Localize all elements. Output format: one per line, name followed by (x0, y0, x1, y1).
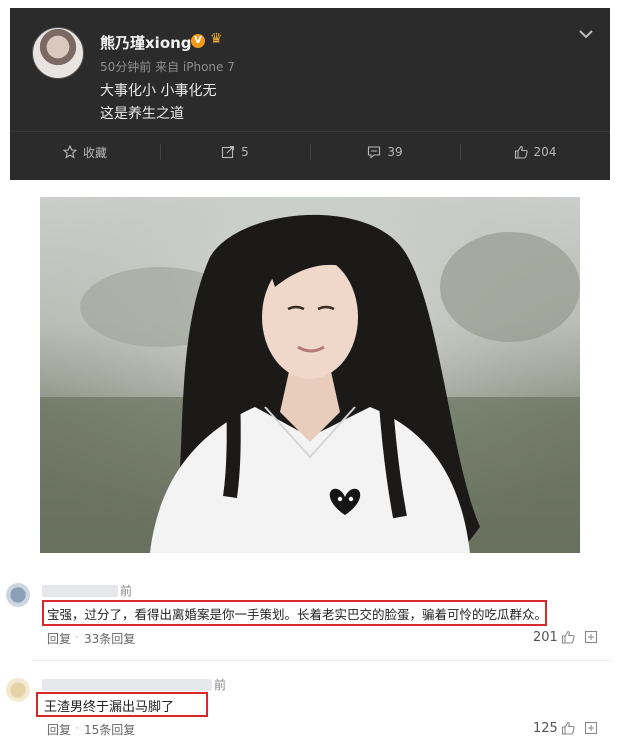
repost-button[interactable]: 5 (160, 132, 310, 172)
comment-button[interactable]: 39 (310, 132, 460, 172)
comment-text: 王渣男终于漏出马脚了 (44, 700, 175, 715)
commenter-name[interactable] (42, 679, 212, 691)
post-text-line: 这是养生之道 (100, 106, 184, 122)
comment-like-count: 125 (533, 721, 558, 736)
divider (32, 660, 612, 661)
like-button[interactable]: 204 (460, 132, 610, 172)
like-icon[interactable] (561, 721, 575, 735)
verified-icon: V (191, 34, 205, 48)
repost-icon (222, 145, 235, 159)
comment-time: 前 (214, 678, 227, 692)
separator-dot: · (75, 721, 79, 735)
username[interactable]: 熊乃瑾xiong (100, 32, 192, 53)
avatar[interactable] (6, 583, 30, 607)
commenter-name[interactable] (42, 585, 118, 597)
thumb-up-icon (514, 145, 528, 159)
post-text-line: 大事化小 小事化无 (100, 83, 217, 99)
separator-dot: · (75, 630, 79, 644)
post-action-bar: 收藏 5 39 204 (10, 131, 610, 172)
comment-like-count: 201 (533, 630, 558, 645)
more-icon[interactable] (584, 630, 598, 644)
reply-count-link[interactable]: 33条回复 (84, 630, 135, 647)
favorite-button[interactable]: 收藏 (10, 132, 160, 172)
avatar[interactable] (32, 27, 84, 79)
comment-time: 前 (120, 584, 133, 598)
reply-count-link[interactable]: 15条回复 (84, 721, 135, 738)
reply-button[interactable]: 回复 (47, 630, 71, 647)
reply-button[interactable]: 回复 (47, 721, 71, 738)
more-icon[interactable] (584, 721, 598, 735)
comment-count: 39 (387, 145, 403, 159)
comment-icon (368, 146, 381, 159)
woman-photo-illustration (40, 197, 580, 553)
repost-count: 5 (241, 145, 249, 159)
comment-text: 宝强，过分了，看得出离婚案是你一手策划。长着老实巴交的脸蛋，骗着可怜的吃瓜群众。 (47, 607, 548, 622)
post-photo[interactable] (40, 197, 580, 553)
post-meta: 50分钟前 来自 iPhone 7 (100, 60, 235, 74)
favorite-label: 收藏 (82, 145, 107, 160)
weibo-post-card: 熊乃瑾xiong V ♛ 50分钟前 来自 iPhone 7 大事化小 小事化无… (10, 8, 610, 180)
crown-icon: ♛ (210, 31, 223, 47)
chevron-down-icon[interactable] (578, 26, 594, 42)
star-icon (62, 145, 77, 159)
like-icon[interactable] (561, 630, 575, 644)
avatar[interactable] (6, 678, 30, 702)
like-count: 204 (533, 145, 557, 159)
